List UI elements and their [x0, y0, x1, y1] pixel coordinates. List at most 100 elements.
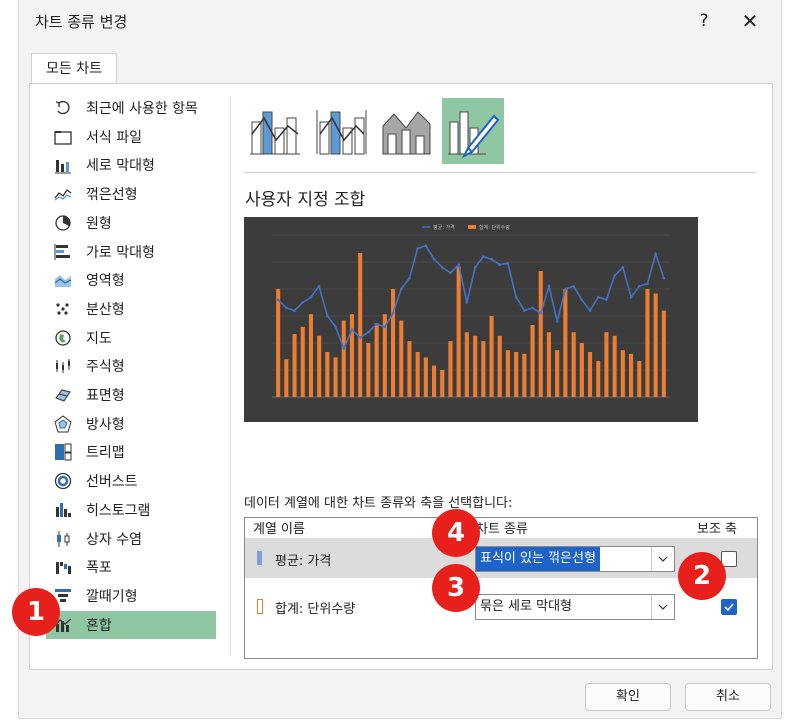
category-funnel-chart[interactable]: 깔때기형: [46, 582, 216, 610]
category-surface-chart[interactable]: 표면형: [46, 381, 216, 409]
waterfall-chart-icon: [52, 557, 74, 577]
series-name: 합계: 단위수량: [275, 602, 356, 617]
category-area-chart[interactable]: 영역형: [46, 266, 216, 294]
category-column-chart[interactable]: 세로 막대형: [46, 151, 216, 179]
preview-bar: [538, 271, 543, 397]
category-histogram-chart[interactable]: 히스토그램: [46, 496, 216, 524]
preview-bar: [300, 326, 305, 397]
preview-point: [317, 285, 321, 288]
chevron-down-icon[interactable]: [651, 547, 674, 571]
preview-bar: [645, 289, 650, 397]
preview-point: [547, 285, 551, 288]
category-treemap-chart[interactable]: 트리맵: [46, 438, 216, 466]
map-chart-icon: [52, 328, 74, 348]
preview-point: [473, 266, 477, 269]
ok-button[interactable]: 확인: [585, 683, 671, 711]
category-box-whisker-chart[interactable]: 상자 수염: [46, 525, 216, 553]
preview-bar: [432, 365, 437, 397]
preview-bar: [661, 310, 666, 397]
preview-point: [391, 312, 395, 315]
preview-bar: [505, 350, 510, 397]
tab-all-charts[interactable]: 모든 차트: [31, 53, 117, 84]
chart-preview: 평균: 가격 합계: 단위수량: [244, 217, 698, 422]
preview-point: [580, 298, 584, 302]
preview-point: [465, 301, 469, 304]
preview-point: [621, 266, 625, 269]
annotation-badge-1: 1: [12, 588, 60, 636]
category-pie-chart[interactable]: 원형: [46, 209, 216, 237]
category-label: 가로 막대형: [86, 244, 155, 261]
secondary-axis-checkbox-quantity[interactable]: [721, 599, 737, 615]
preview-bar: [456, 266, 461, 397]
preview-point: [432, 258, 436, 261]
preview-point: [613, 274, 616, 277]
category-line-chart[interactable]: 꺾은선형: [46, 180, 216, 208]
header-secondary-axis: 보조 축: [697, 522, 738, 537]
stacked-area-column-icon[interactable]: [376, 98, 438, 164]
clustered-column-line-secondary-icon[interactable]: [310, 98, 372, 164]
series-name: 평균: 가격: [275, 554, 332, 569]
series-color-marker: [257, 599, 263, 614]
help-button[interactable]: ?: [689, 8, 719, 34]
category-label: 최근에 사용한 항목: [86, 101, 198, 117]
preview-bar: [358, 253, 363, 397]
preview-point: [555, 320, 559, 323]
preview-bar: [563, 289, 568, 397]
bar-chart-icon: [52, 242, 74, 262]
preview-point: [539, 312, 543, 315]
preview-point: [449, 271, 452, 275]
change-chart-type-dialog: 차트 종류 변경 ? ✕ 모든 차트 최근에 사용한 항목서식 파일세로 막대형…: [18, 0, 782, 719]
preview-point: [531, 306, 534, 310]
category-scatter-chart[interactable]: 분산형: [46, 295, 216, 323]
preview-bar: [620, 350, 625, 397]
category-label: 혼합: [86, 617, 112, 634]
stock-chart-icon: [52, 356, 74, 376]
title-bar: 차트 종류 변경 ? ✕: [19, 0, 781, 42]
category-label: 세로 막대형: [86, 158, 155, 175]
category-label: 상자 수염: [86, 531, 142, 548]
chevron-down-icon[interactable]: [651, 595, 674, 619]
preview-bar: [415, 352, 420, 397]
cancel-button[interactable]: 취소: [685, 683, 771, 711]
custom-combo-icon[interactable]: [442, 98, 504, 164]
thumbnail-separator: [244, 172, 756, 173]
category-recent[interactable]: 최근에 사용한 항목: [46, 94, 216, 122]
clustered-column-line-icon[interactable]: [244, 98, 306, 164]
category-stock-chart[interactable]: 주식형: [46, 352, 216, 380]
category-label: 히스토그램: [86, 502, 151, 519]
category-sunburst-chart[interactable]: 선버스트: [46, 467, 216, 495]
preview-point: [350, 328, 354, 331]
combo-title: 사용자 지정 조합: [245, 190, 366, 210]
category-map-chart[interactable]: 지도: [46, 324, 216, 352]
series-row-quantity[interactable]: 합계: 단위수량 묶은 세로 막대형: [245, 586, 757, 626]
chart-type-select-quantity[interactable]: 묶은 세로 막대형: [475, 594, 675, 620]
preview-bar: [637, 361, 642, 397]
category-bar-chart[interactable]: 가로 막대형: [46, 238, 216, 266]
preview-point: [662, 276, 666, 280]
preview-point: [285, 306, 288, 310]
preview-bar: [448, 341, 453, 397]
preview-point: [416, 247, 419, 250]
category-label: 트리맵: [86, 445, 125, 462]
category-radar-chart[interactable]: 방사형: [46, 410, 216, 438]
preview-point: [399, 287, 403, 291]
chart-type-select-price[interactable]: 표식이 있는 꺾은선형: [475, 546, 675, 572]
chart-category-list: 최근에 사용한 항목서식 파일세로 막대형꺾은선형 원형가로 막대형영역형 분산형 지…: [46, 94, 218, 654]
pie-chart-icon: [52, 213, 74, 233]
column-chart-icon: [52, 155, 74, 175]
preview-point: [358, 336, 362, 339]
preview-point: [301, 301, 304, 304]
preview-point: [523, 309, 526, 312]
category-combo-chart[interactable]: 혼합: [46, 610, 216, 639]
panel-divider: [230, 96, 231, 656]
category-folder[interactable]: 서식 파일: [46, 123, 216, 151]
close-button[interactable]: ✕: [735, 8, 765, 34]
header-chart-type: 차트 종류: [476, 522, 528, 537]
preview-bar: [555, 350, 560, 397]
preview-point: [441, 266, 444, 269]
preview-point: [646, 282, 649, 285]
preview-point: [276, 298, 280, 302]
preview-point: [309, 295, 313, 299]
preview-bar: [588, 352, 593, 397]
category-waterfall-chart[interactable]: 폭포: [46, 553, 216, 581]
